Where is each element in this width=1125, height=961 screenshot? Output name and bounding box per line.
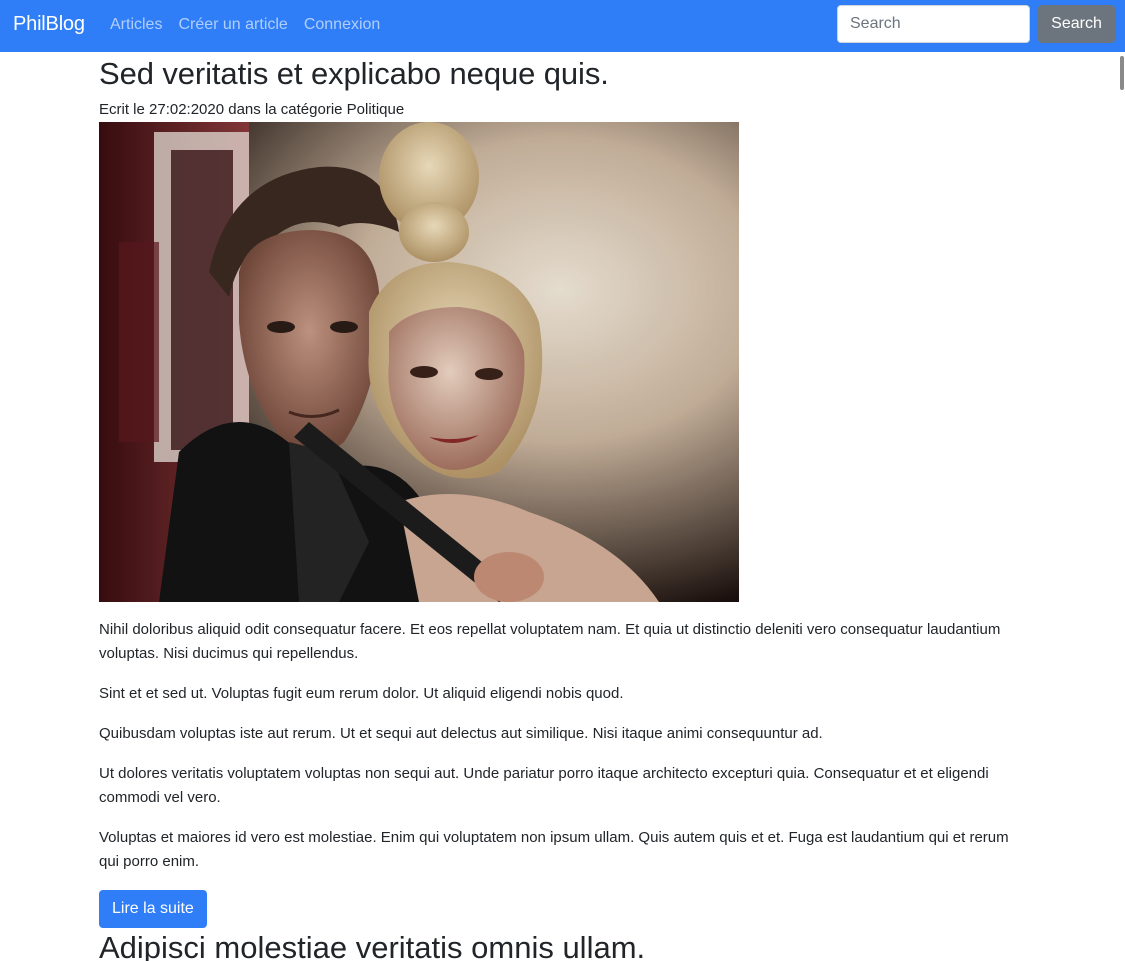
scrollbar[interactable] [1119,52,1125,961]
next-article-title: Adipisci molestiae veritatis omnis ullam… [99,930,646,961]
search-input[interactable] [837,5,1030,43]
top-navbar: PhilBlog Articles Créer un article Conne… [0,0,1125,52]
nav-link-create-article[interactable]: Créer un article [178,14,287,36]
article-paragraph: Ut dolores veritatis voluptatem voluptas… [99,765,989,806]
article-paragraph: Nihil doloribus aliquid odit consequatur… [99,621,1001,662]
read-more-button[interactable]: Lire la suite [99,890,207,928]
article-title: Sed veritatis et explicabo neque quis. [99,56,609,91]
article-paragraph: Voluptas et maiores id vero est molestia… [99,829,1009,870]
main-content: Sed veritatis et explicabo neque quis. E… [99,52,1029,961]
article-paragraph: Sint et et sed ut. Voluptas fugit eum re… [99,685,624,702]
article-image [99,122,739,602]
brand-logo[interactable]: PhilBlog [13,12,85,36]
article-meta: Ecrit le 27:02:2020 dans la catégorie Po… [99,101,405,118]
scrollbar-thumb[interactable] [1120,56,1124,90]
nav-links: Articles Créer un article Connexion [110,14,396,36]
article: Sed veritatis et explicabo neque quis. E… [99,54,1029,928]
article-paragraph: Quibusdam voluptas iste aut rerum. Ut et… [99,725,823,742]
nav-link-articles[interactable]: Articles [110,14,162,36]
nav-link-login[interactable]: Connexion [304,14,381,36]
search-button[interactable]: Search [1038,5,1115,43]
